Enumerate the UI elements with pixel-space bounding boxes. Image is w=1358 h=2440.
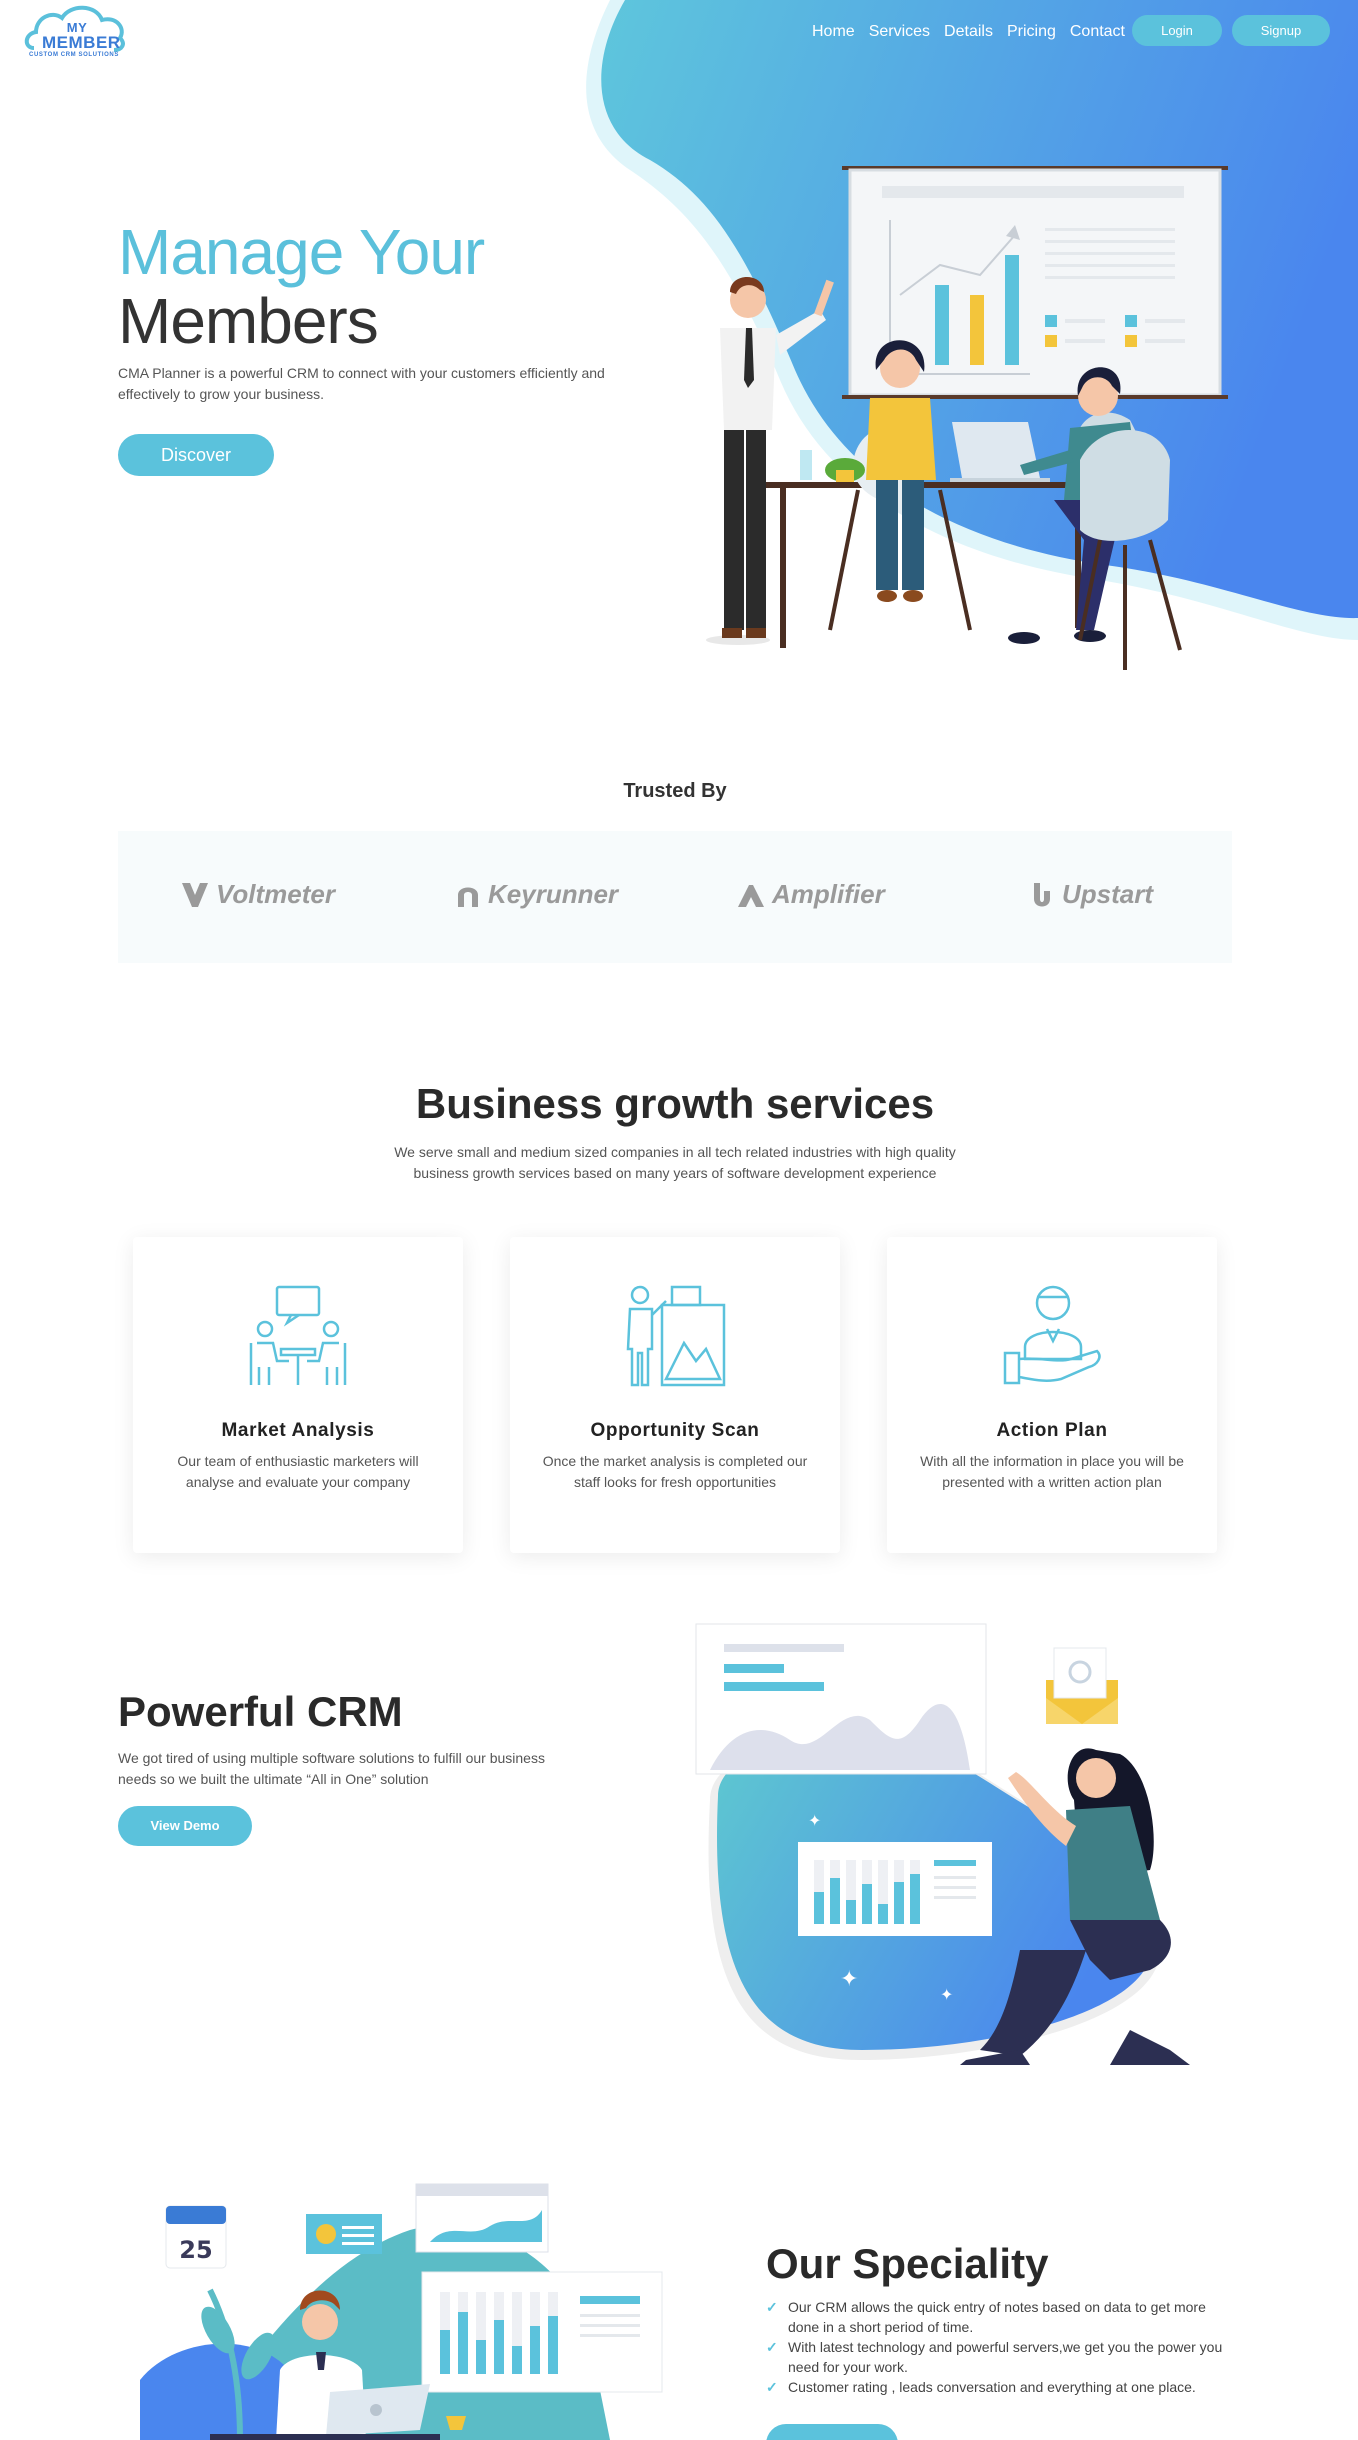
- meeting-icon: [249, 1285, 347, 1385]
- nav-contact[interactable]: Contact: [1070, 20, 1125, 44]
- logo[interactable]: MY MEMBER CUSTOM CRM SOLUTIONS: [22, 4, 132, 64]
- speciality-item-text: Our CRM allows the quick entry of notes …: [788, 2299, 1206, 2335]
- services-subtitle: We serve small and medium sized companie…: [394, 1144, 956, 1181]
- signup-button[interactable]: Signup: [1232, 15, 1330, 46]
- service-card-market-analysis[interactable]: Market Analysis Our team of enthusiastic…: [133, 1237, 463, 1553]
- brand-upstart[interactable]: Upstart: [1028, 879, 1153, 910]
- speciality-illustration: 25: [140, 2183, 663, 2440]
- list-item: ✓ Customer rating , leads conversation an…: [766, 2377, 1236, 2397]
- brand-amplifier-label: Amplifier: [772, 879, 885, 909]
- services-title: Business growth services: [415, 1080, 935, 1127]
- speciality-item-text: With latest technology and powerful serv…: [788, 2339, 1223, 2375]
- service-card-opportunity-scan[interactable]: Opportunity Scan Once the market analysi…: [510, 1237, 840, 1553]
- brand-amplifier[interactable]: Amplifier: [736, 879, 885, 910]
- brand-keyrunner[interactable]: Keyrunner: [454, 879, 618, 910]
- list-item: ✓ Our CRM allows the quick entry of notes…: [766, 2297, 1236, 2337]
- hero-title-line2: Members: [118, 285, 379, 357]
- amplifier-logo-icon: [738, 884, 764, 907]
- svg-text:✦: ✦: [840, 1967, 858, 1992]
- brand-voltmeter[interactable]: Voltmeter: [180, 879, 335, 910]
- brand-keyrunner-label: Keyrunner: [488, 879, 619, 909]
- speciality-list: ✓ Our CRM allows the quick entry of notes…: [766, 2297, 1236, 2397]
- speciality-item-text: Customer rating , leads conversation and…: [788, 2379, 1196, 2395]
- checkmark-icon: ✓: [766, 2299, 778, 2315]
- card-title: Action Plan: [996, 1420, 1108, 1441]
- crm-analytics-illustration: ✦ ✦ ✦: [695, 1623, 1190, 2065]
- service-card-action-plan[interactable]: Action Plan With all the information in …: [887, 1237, 1217, 1553]
- crm-subtitle: We got tired of using multiple software …: [118, 1750, 545, 1787]
- card-title: Market Analysis: [221, 1420, 375, 1441]
- checkmark-icon: ✓: [766, 2379, 778, 2395]
- card-title: Opportunity Scan: [590, 1420, 760, 1441]
- crm-title: Powerful CRM: [118, 1688, 403, 1735]
- hero-team-illustration: [706, 166, 1228, 670]
- card-text: Our team of enthusiastic marketers will …: [177, 1453, 419, 1490]
- nav-services[interactable]: Services: [869, 20, 930, 44]
- nav-home[interactable]: Home: [812, 20, 855, 44]
- list-item: ✓ With latest technology and powerful ser…: [766, 2337, 1236, 2377]
- speciality-title: Our Speciality: [766, 2240, 1049, 2287]
- hero-title-line1: Manage Your: [118, 216, 485, 288]
- brand-voltmeter-label: Voltmeter: [216, 879, 335, 909]
- nav-pricing[interactable]: Pricing: [1007, 20, 1056, 44]
- handshake-person-icon: [1003, 1285, 1101, 1385]
- card-text: With all the information in place you wi…: [920, 1453, 1184, 1490]
- trusted-logos: Voltmeter Keyrunner Amplifier Upstart: [118, 831, 1232, 963]
- calendar-day: 25: [179, 2236, 212, 2264]
- login-button[interactable]: Login: [1132, 15, 1222, 46]
- nav-details[interactable]: Details: [944, 20, 993, 44]
- speciality-button[interactable]: [766, 2424, 898, 2440]
- hero-subtitle: CMA Planner is a powerful CRM to connect…: [118, 365, 605, 402]
- discover-button[interactable]: Discover: [118, 434, 274, 476]
- voltmeter-logo-icon: [182, 882, 208, 907]
- keyrunner-logo-icon: [458, 887, 478, 907]
- svg-text:✦: ✦: [808, 1811, 821, 1830]
- trusted-title: Trusted By: [623, 780, 727, 802]
- view-demo-button[interactable]: View Demo: [118, 1806, 252, 1846]
- brand-upstart-label: Upstart: [1062, 879, 1154, 909]
- presentation-icon: [626, 1285, 726, 1387]
- upstart-logo-icon: [1034, 882, 1050, 906]
- logo-text: MY MEMBER: [42, 20, 121, 52]
- card-text: Once the market analysis is completed ou…: [542, 1453, 808, 1490]
- logo-tagline: CUSTOM CRM SOLUTIONS: [29, 52, 119, 58]
- checkmark-icon: ✓: [766, 2339, 778, 2355]
- main-nav: Home Services Details Pricing Contact: [812, 20, 1139, 44]
- svg-text:✦: ✦: [940, 1985, 953, 2004]
